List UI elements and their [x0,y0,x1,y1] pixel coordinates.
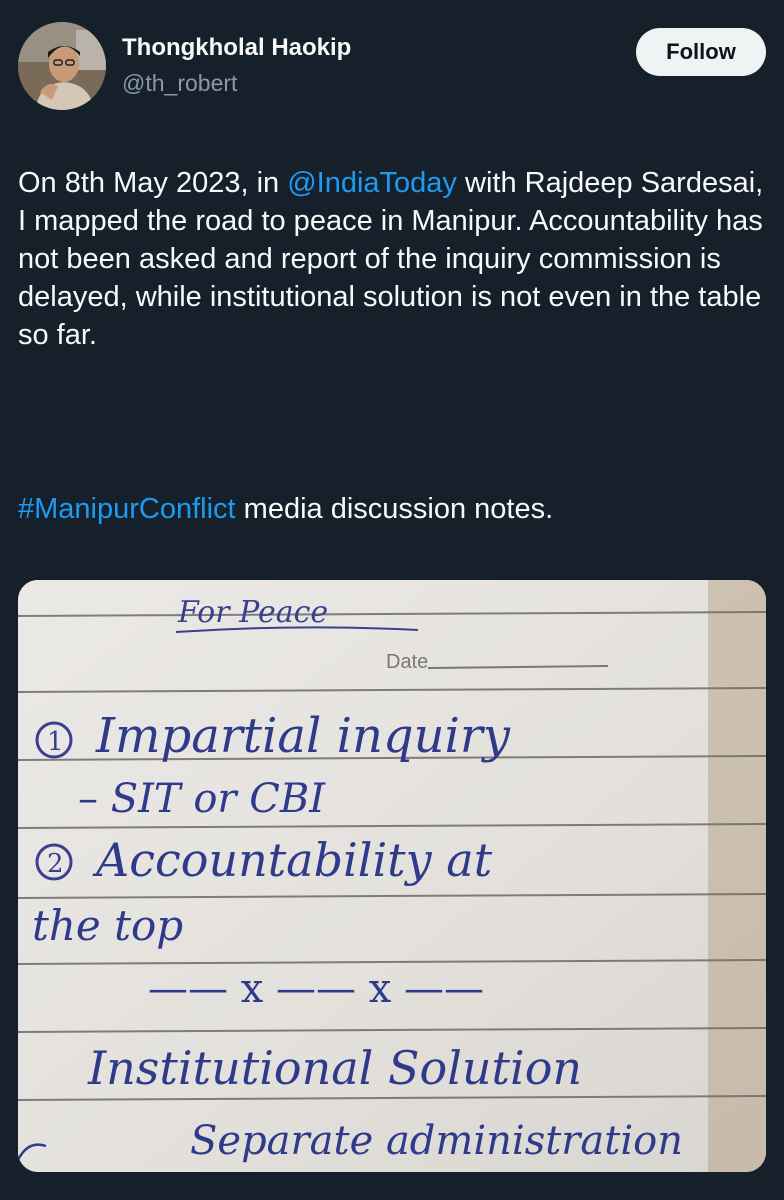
note-heading: For Peace [177,595,328,630]
tweet-header: Thongkholal Haokip @th_robert Follow [18,22,766,114]
author-name[interactable]: Thongkholal Haokip [122,34,351,62]
hashtag-suffix: media discussion notes. [235,493,554,525]
avatar[interactable] [18,22,106,110]
item3-sub: Separate administration [190,1118,683,1164]
hashtag-line: #ManipurConflict media discussion notes. [18,490,766,528]
mention-link[interactable]: @IndiaToday [287,167,457,199]
handwritten-notes-photo: For Peace Date 1 Impartial inquiry – SIT… [18,580,766,1172]
divider-mark: —— x —— x —— [148,966,484,1012]
tweet-text-part: On 8th May 2023, in [18,167,288,199]
item3-text: Institutional Solution [87,1041,582,1095]
item1-text: Impartial inquiry [95,708,511,764]
item1-number: 1 [47,727,64,757]
item1-sub: – SIT or CBI [78,776,326,822]
item2-text: Accountability at [92,833,493,887]
date-label: Date [386,651,428,673]
media-image[interactable]: For Peace Date 1 Impartial inquiry – SIT… [18,580,766,1172]
item2-text-cont: the top [32,901,183,950]
author-handle[interactable]: @th_robert [122,70,237,97]
hashtag-link[interactable]: #ManipurConflict [18,493,236,525]
follow-button[interactable]: Follow [636,28,766,76]
item2-number: 2 [47,849,64,879]
tweet-text: On 8th May 2023, in @IndiaToday with Raj… [18,164,766,354]
profile-photo-icon [18,22,106,110]
